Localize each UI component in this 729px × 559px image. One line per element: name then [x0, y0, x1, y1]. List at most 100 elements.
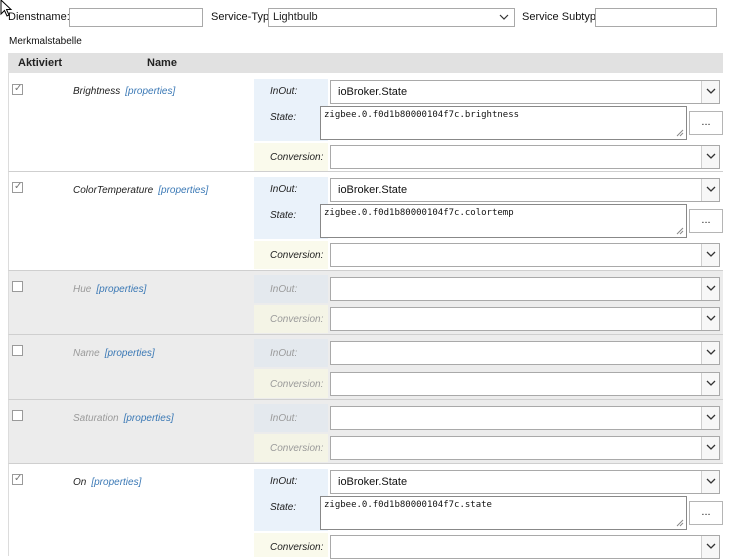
table-row: Hue [properties] InOut: Conversion: — [8, 271, 723, 335]
properties-link[interactable]: [properties] — [125, 86, 175, 97]
servicetype-select[interactable]: Lightbulb — [268, 8, 515, 27]
properties-link[interactable]: [properties] — [158, 185, 208, 196]
chevron-down-icon — [499, 14, 509, 20]
conversion-select[interactable] — [330, 535, 720, 559]
browse-button[interactable]: ... — [689, 209, 723, 233]
inout-field: InOut: — [254, 404, 724, 432]
table-row: ✓ On [properties] InOut: ioBroker.State S… — [8, 464, 724, 559]
conversion-select[interactable] — [330, 145, 720, 169]
enable-checkbox[interactable] — [12, 410, 23, 421]
conversion-field: Conversion: — [254, 305, 724, 333]
characteristics-table: Aktiviert Name ✓ Brightness [properties] … — [8, 53, 724, 559]
chevron-down-icon — [706, 285, 716, 291]
conversion-field: Conversion: — [254, 533, 724, 559]
properties-link[interactable]: [properties] — [124, 413, 174, 424]
chevron-down-icon — [706, 315, 716, 321]
chevron-down-icon — [706, 153, 716, 159]
conversion-field: Conversion: — [254, 241, 724, 269]
inout-value: ioBroker.State — [338, 184, 408, 196]
conversion-select[interactable] — [330, 243, 720, 267]
inout-field: InOut: ioBroker.State — [254, 469, 724, 495]
resize-grip-icon — [676, 519, 684, 527]
enable-checkbox[interactable]: ✓ — [12, 83, 23, 95]
characteristic-name: On [properties] — [73, 477, 142, 488]
inout-value: ioBroker.State — [338, 476, 408, 488]
conversion-label: Conversion: — [270, 379, 324, 390]
servicetype-value: Lightbulb — [273, 11, 318, 23]
conversion-label: Conversion: — [270, 314, 324, 325]
conversion-select[interactable] — [330, 372, 720, 396]
inout-select[interactable] — [330, 406, 720, 430]
conversion-label: Conversion: — [270, 443, 324, 454]
chevron-down-icon — [706, 414, 716, 420]
section-title: Merkmalstabelle — [9, 36, 82, 47]
col-name-header: Name — [147, 57, 177, 69]
servicename-label: Dienstname: — [8, 11, 70, 23]
chevron-down-icon — [706, 380, 716, 386]
table-row: ✓ Brightness [properties] InOut: ioBroker… — [8, 73, 723, 172]
inout-field: InOut: — [254, 339, 724, 367]
inout-select[interactable]: ioBroker.State — [330, 470, 720, 494]
state-value: zigbee.0.f0d1b80000104f7c.colortemp — [324, 208, 514, 218]
browse-button[interactable]: ... — [689, 111, 723, 135]
inout-label: InOut: — [270, 86, 298, 97]
col-active-header: Aktiviert — [18, 57, 63, 69]
conversion-label: Conversion: — [270, 542, 324, 553]
chevron-down-icon — [706, 251, 716, 257]
conversion-field: Conversion: — [254, 369, 724, 398]
properties-link[interactable]: [properties] — [91, 477, 141, 488]
state-textarea[interactable]: zigbee.0.f0d1b80000104f7c.colortemp — [320, 204, 687, 238]
inout-value: ioBroker.State — [338, 86, 408, 98]
chevron-down-icon — [706, 444, 716, 450]
table-row: Saturation [properties] InOut: Conversion… — [8, 400, 723, 464]
table-row: ✓ ColorTemperature [properties] InOut: io… — [8, 172, 723, 271]
state-textarea[interactable]: zigbee.0.f0d1b80000104f7c.state — [320, 496, 687, 530]
inout-label: InOut: — [270, 184, 298, 195]
checkmark-icon: ✓ — [14, 181, 23, 192]
state-field: State: zigbee.0.f0d1b80000104f7c.colorte… — [254, 203, 724, 239]
characteristic-name: ColorTemperature [properties] — [73, 185, 209, 196]
inout-select[interactable] — [330, 341, 720, 365]
properties-link[interactable]: [properties] — [96, 284, 146, 295]
conversion-label: Conversion: — [270, 152, 324, 163]
inout-label: InOut: — [270, 413, 298, 424]
inout-select[interactable] — [330, 277, 720, 301]
conversion-field: Conversion: — [254, 434, 724, 462]
characteristic-name: Saturation [properties] — [73, 413, 174, 424]
table-row: Name [properties] InOut: Conversion: — [8, 335, 723, 400]
chevron-down-icon — [706, 186, 716, 192]
inout-select[interactable]: ioBroker.State — [330, 80, 720, 104]
chevron-down-icon — [706, 478, 716, 484]
conversion-select[interactable] — [330, 307, 720, 331]
state-value: zigbee.0.f0d1b80000104f7c.state — [324, 500, 492, 510]
characteristic-name: Brightness [properties] — [73, 86, 176, 97]
servicename-input[interactable] — [69, 8, 203, 27]
state-field: State: zigbee.0.f0d1b80000104f7c.state .… — [254, 495, 724, 531]
chevron-down-icon — [706, 349, 716, 355]
resize-grip-icon — [676, 227, 684, 235]
characteristic-name: Hue [properties] — [73, 284, 147, 295]
enable-checkbox[interactable] — [12, 345, 23, 356]
inout-field: InOut: ioBroker.State — [254, 79, 724, 105]
checkmark-icon: ✓ — [14, 83, 23, 94]
enable-checkbox[interactable] — [12, 281, 23, 292]
table-header: Aktiviert Name — [8, 53, 723, 73]
conversion-select[interactable] — [330, 436, 720, 460]
characteristic-name: Name [properties] — [73, 348, 155, 359]
subtype-input[interactable] — [595, 8, 717, 27]
browse-button[interactable]: ... — [689, 501, 723, 525]
inout-label: InOut: — [270, 284, 298, 295]
state-label: State: — [270, 210, 297, 221]
enable-checkbox[interactable]: ✓ — [12, 473, 23, 485]
state-label: State: — [270, 112, 297, 123]
servicetype-label: Service-Typ: — [211, 11, 273, 23]
enable-checkbox[interactable]: ✓ — [12, 181, 23, 193]
service-header: Dienstname: Service-Typ: Lightbulb Servi… — [0, 8, 729, 28]
state-textarea[interactable]: zigbee.0.f0d1b80000104f7c.brightness — [320, 106, 687, 140]
properties-link[interactable]: [properties] — [105, 348, 155, 359]
conversion-label: Conversion: — [270, 250, 324, 261]
inout-select[interactable]: ioBroker.State — [330, 178, 720, 202]
state-label: State: — [270, 502, 297, 513]
state-value: zigbee.0.f0d1b80000104f7c.brightness — [324, 110, 520, 120]
chevron-down-icon — [706, 88, 716, 94]
